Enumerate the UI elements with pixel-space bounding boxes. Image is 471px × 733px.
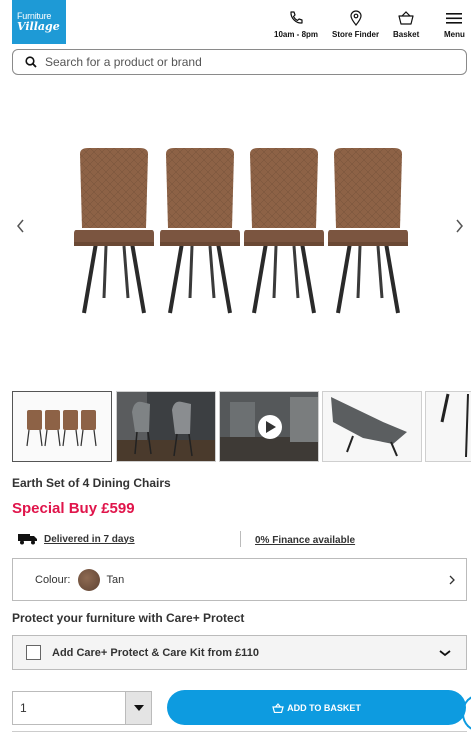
furniture-village-logo[interactable]: Furniture Village xyxy=(12,0,66,44)
thumbnail-chairs-front[interactable] xyxy=(12,391,112,462)
thumbnail-room-scene[interactable] xyxy=(116,391,216,462)
phone-icon xyxy=(290,11,303,24)
nav-menu[interactable]: Menu xyxy=(444,10,465,39)
add-to-basket-label: ADD TO BASKET xyxy=(287,702,361,713)
care-protect-label: Add Care+ Protect & Care Kit from £110 xyxy=(52,646,259,659)
care-protect-heading: Protect your furniture with Care+ Protec… xyxy=(12,611,245,625)
colour-swatch xyxy=(78,568,101,591)
nav-menu-label: Menu xyxy=(444,30,465,39)
nav-opening-hours-label: 10am - 8pm xyxy=(274,30,319,39)
product-gallery xyxy=(0,88,471,378)
nav-opening-hours[interactable]: 10am - 8pm xyxy=(274,10,318,39)
delivery-truck-icon xyxy=(18,534,37,545)
search-bar[interactable] xyxy=(12,49,467,75)
quantity-dropdown-toggle[interactable] xyxy=(125,692,151,724)
colour-selector[interactable]: Colour: Tan xyxy=(12,558,467,601)
product-title: Earth Set of 4 Dining Chairs xyxy=(12,476,171,490)
divider xyxy=(240,531,241,547)
search-input[interactable] xyxy=(45,55,425,69)
colour-value: Tan xyxy=(106,573,125,586)
care-protect-checkbox[interactable] xyxy=(26,645,41,660)
product-main-image xyxy=(72,148,410,315)
caret-down-icon xyxy=(133,705,144,711)
delivery-text: Delivered in 7 days xyxy=(44,533,135,545)
nav-basket[interactable]: Basket xyxy=(393,10,419,39)
chevron-left-icon[interactable] xyxy=(14,218,28,234)
chevron-right-icon[interactable] xyxy=(452,218,466,234)
hamburger-icon xyxy=(446,13,463,24)
search-icon[interactable] xyxy=(25,56,37,68)
site-header: Furniture Village 10am - 8pm Store Finde… xyxy=(0,0,471,46)
nav-store-finder[interactable]: Store Finder xyxy=(332,10,379,39)
thumbnail-chair-leg[interactable] xyxy=(425,391,471,462)
thumbnail-video[interactable] xyxy=(219,391,319,462)
location-pin-icon xyxy=(349,10,362,26)
finance-link[interactable]: 0% Finance available xyxy=(255,535,355,546)
thumbnail-chair-detail[interactable] xyxy=(322,391,422,462)
chevron-right-icon xyxy=(449,575,455,585)
colour-label: Colour: xyxy=(35,573,71,586)
basket-icon xyxy=(398,11,414,25)
quantity-select[interactable]: 1 xyxy=(12,691,152,725)
chevron-down-icon[interactable] xyxy=(438,648,452,658)
quantity-value: 1 xyxy=(20,701,27,715)
nav-basket-label: Basket xyxy=(393,30,420,39)
basket-icon xyxy=(272,702,284,713)
care-protect-option[interactable]: Add Care+ Protect & Care Kit from £110 xyxy=(12,635,467,670)
delivery-link[interactable]: Delivered in 7 days xyxy=(18,533,135,545)
thumbnail-strip xyxy=(12,391,471,463)
logo-line-2: Village xyxy=(17,20,60,33)
divider xyxy=(12,731,467,732)
nav-store-finder-label: Store Finder xyxy=(332,30,380,39)
product-price: Special Buy £599 xyxy=(12,500,135,517)
add-to-basket-button[interactable]: ADD TO BASKET xyxy=(167,690,466,725)
